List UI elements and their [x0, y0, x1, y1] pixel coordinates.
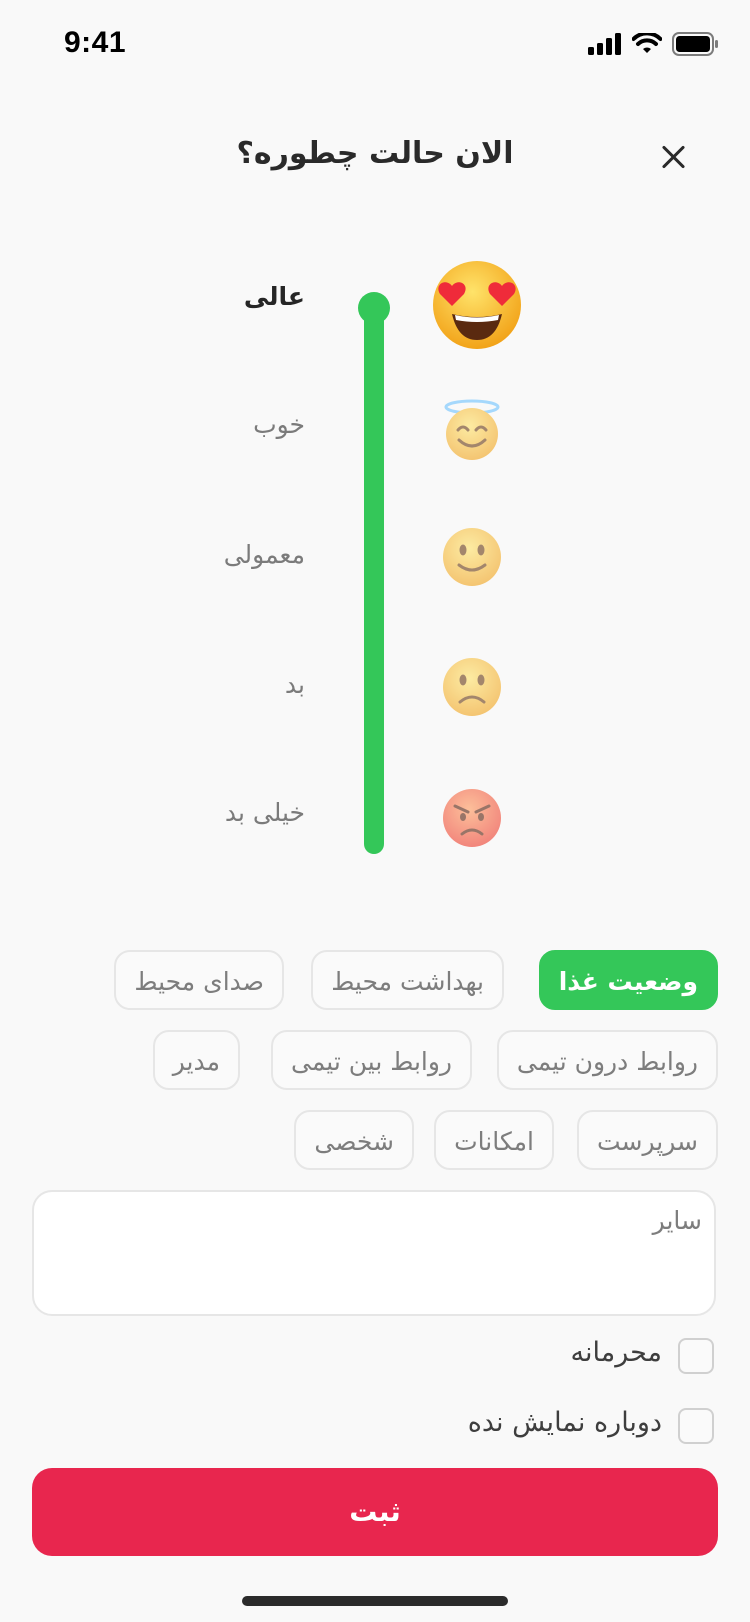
chip-hygiene[interactable]: بهداشت محیط [311, 950, 504, 1010]
other-placeholder: سایر [652, 1206, 702, 1235]
confidential-checkbox[interactable] [678, 1338, 714, 1374]
mood-label-excellent[interactable]: عالی [244, 282, 305, 311]
frown-icon[interactable] [440, 655, 504, 719]
status-time: 9:41 [64, 26, 127, 59]
dont-show-again-checkbox[interactable] [678, 1408, 714, 1444]
mood-slider-track[interactable] [364, 300, 384, 854]
mood-label-good[interactable]: خوب [253, 410, 305, 439]
close-button[interactable] [656, 140, 690, 174]
page-title: الان حالت چطوره؟ [236, 136, 514, 171]
wifi-icon [632, 33, 662, 53]
chip-manager[interactable]: مدیر [152, 1030, 240, 1090]
mood-slider-knob[interactable] [358, 292, 390, 324]
cellular-signal-icon [588, 33, 621, 55]
chip-supervisor[interactable]: سرپرست [577, 1110, 718, 1170]
status-icons [588, 32, 720, 56]
chip-personal[interactable]: شخصی [294, 1110, 414, 1170]
halo-smile-icon[interactable] [440, 398, 504, 462]
chip-food[interactable]: وضعیت غذا [538, 950, 718, 1010]
mood-label-normal[interactable]: معمولی [224, 540, 305, 569]
confidential-label[interactable]: محرمانه [571, 1337, 662, 1368]
mood-label-bad[interactable]: بد [285, 670, 305, 699]
chip-noise[interactable]: صدای محیط [114, 950, 284, 1010]
chip-facilities[interactable]: امکانات [434, 1110, 554, 1170]
angry-icon[interactable] [440, 786, 504, 850]
home-indicator [242, 1596, 508, 1606]
dont-show-again-label[interactable]: دوباره نمایش نده [468, 1407, 662, 1438]
chip-intra-team[interactable]: روابط درون تیمی [496, 1030, 718, 1090]
chip-inter-team[interactable]: روابط بین تیمی [271, 1030, 472, 1090]
slight-smile-icon[interactable] [440, 525, 504, 589]
battery-icon [672, 32, 718, 56]
other-textarea[interactable] [32, 1190, 716, 1316]
submit-button[interactable]: ثبت [32, 1468, 718, 1556]
mood-label-very-bad[interactable]: خیلی بد [225, 798, 305, 827]
heart-eyes-icon[interactable] [430, 258, 524, 352]
